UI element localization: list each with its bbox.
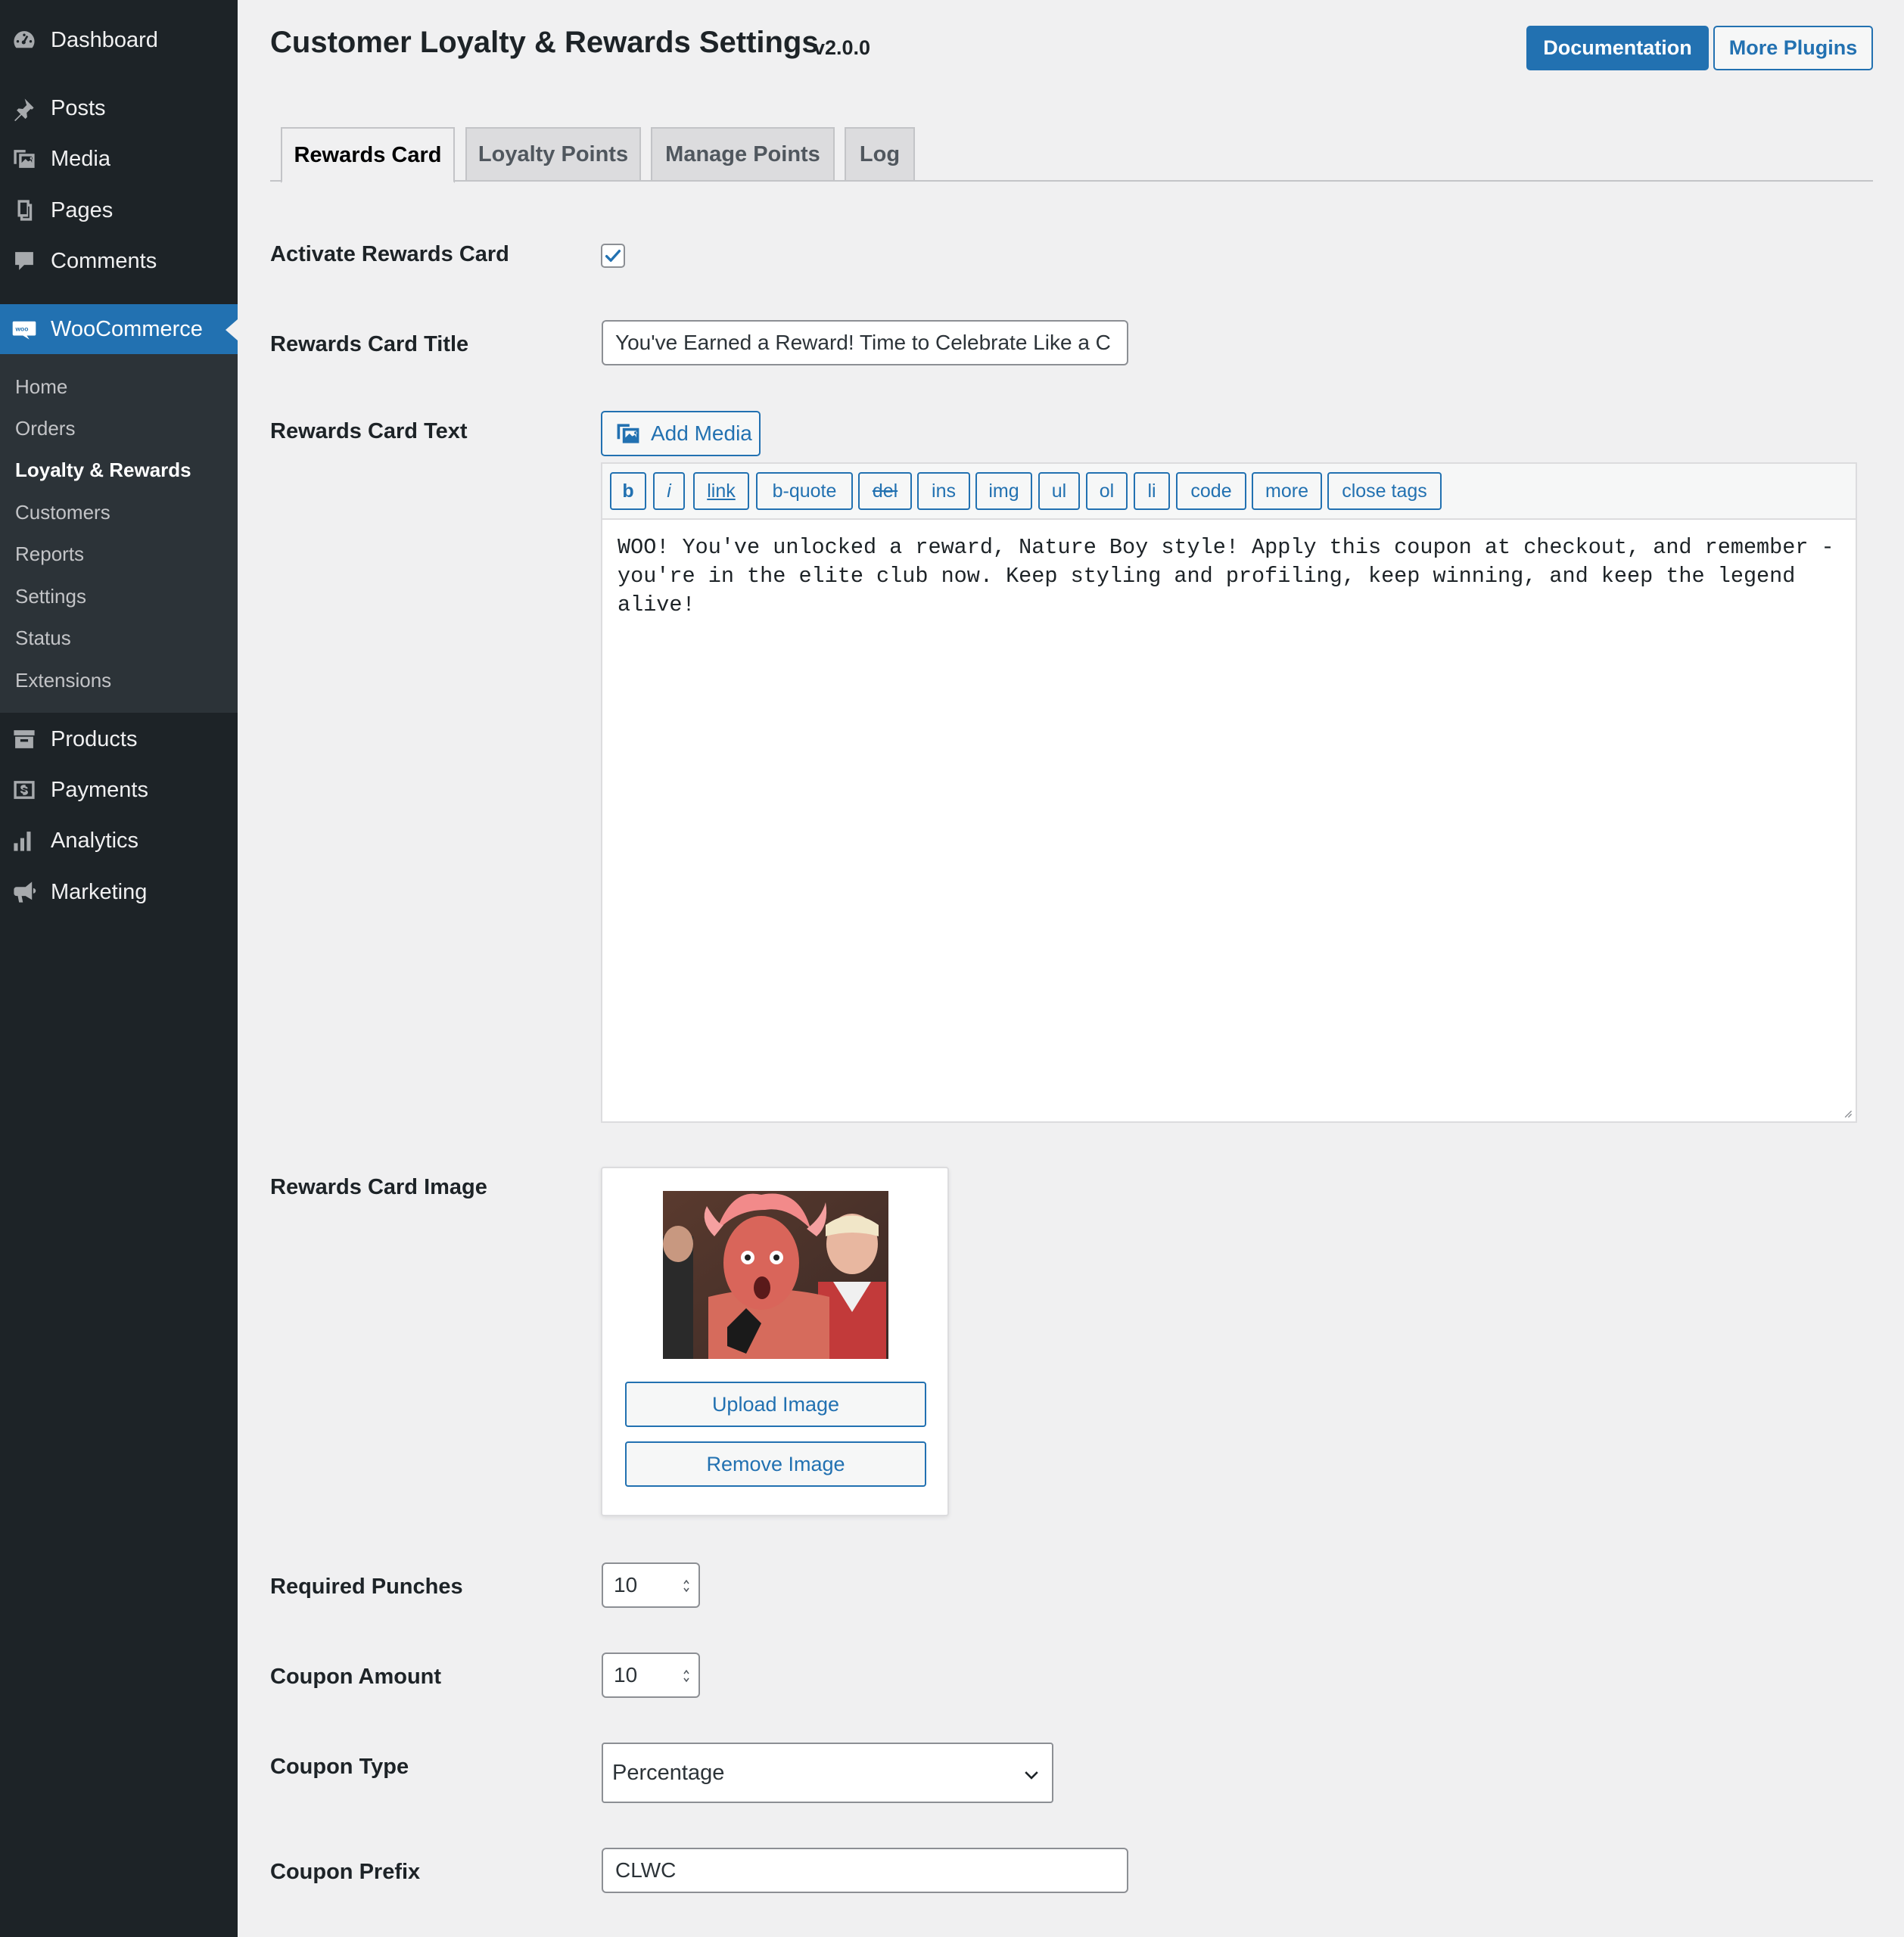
quicktag-code-button[interactable]: code [1176, 472, 1246, 510]
quicktag-li-button[interactable]: li [1134, 472, 1170, 510]
documentation-button[interactable]: Documentation [1526, 26, 1709, 70]
sidebar-item-media[interactable]: Media [0, 135, 238, 182]
submenu-item-orders[interactable]: Orders [15, 413, 75, 443]
page-title: Customer Loyalty & Rewards Settings [270, 26, 819, 59]
bar-chart-icon [11, 827, 38, 854]
media-icon [617, 424, 639, 443]
rewards-card-image-label: Rewards Card Image [270, 1175, 487, 1199]
quicktag-more-button[interactable]: more [1252, 472, 1322, 510]
coupon-prefix-input[interactable] [602, 1848, 1128, 1893]
submenu-item-extensions[interactable]: Extensions [15, 665, 111, 695]
rewards-card-textarea[interactable]: WOO! You've unlocked a reward, Nature Bo… [618, 533, 1843, 620]
megaphone-icon [11, 878, 38, 906]
tab-manage-points[interactable]: Manage Points [651, 127, 835, 182]
sidebar-item-pages[interactable]: Pages [0, 187, 238, 234]
resize-grip-icon[interactable] [1842, 1108, 1853, 1118]
tab-log[interactable]: Log [845, 127, 915, 182]
sidebar-label-media: Media [51, 146, 110, 171]
comment-icon [11, 247, 38, 275]
woocommerce-submenu: Home Orders Loyalty & Rewards Customers … [0, 354, 238, 713]
sidebar-item-products[interactable]: Products [0, 716, 238, 763]
sidebar-label-products: Products [51, 726, 138, 751]
admin-sidebar: Dashboard Posts Media Pages Comments woo… [0, 0, 238, 1937]
quicktag-ins-button[interactable]: ins [917, 472, 970, 510]
coupon-type-select[interactable]: Percentage [602, 1743, 1053, 1803]
activate-rewards-card-checkbox[interactable] [601, 244, 625, 268]
quicktag-bold-button[interactable]: b [610, 472, 646, 510]
quicktags-toolbar: b i link b-quote del ins img ul ol li co… [602, 464, 1856, 520]
quicktag-ol-button[interactable]: ol [1086, 472, 1128, 510]
version-badge: v2.0.0 [814, 36, 871, 59]
quicktag-italic-button[interactable]: i [653, 472, 685, 510]
archive-icon [11, 726, 38, 753]
more-plugins-button[interactable]: More Plugins [1713, 26, 1873, 70]
submenu-item-settings[interactable]: Settings [15, 581, 86, 611]
coupon-prefix-label: Coupon Prefix [270, 1860, 421, 1884]
quicktag-bquote-button[interactable]: b-quote [756, 472, 853, 510]
chevron-down-icon [1025, 1771, 1038, 1780]
dashboard-icon [11, 26, 38, 54]
submenu-item-status[interactable]: Status [15, 623, 71, 653]
sidebar-item-analytics[interactable]: Analytics [0, 817, 238, 864]
pushpin-icon [11, 95, 38, 122]
sidebar-label-posts: Posts [51, 95, 106, 120]
current-menu-arrow [226, 319, 238, 340]
sidebar-item-posts[interactable]: Posts [0, 85, 238, 132]
required-punches-value: 10 [614, 1573, 638, 1597]
sidebar-item-payments[interactable]: Payments [0, 766, 238, 813]
quicktag-link-button[interactable]: link [693, 472, 749, 510]
checkmark-icon [605, 250, 621, 262]
pages-icon [11, 197, 38, 224]
quicktag-close-tags-button[interactable]: close tags [1327, 472, 1442, 510]
quicktag-ul-button[interactable]: ul [1038, 472, 1080, 510]
add-media-label: Add Media [651, 421, 752, 445]
tab-loyalty-points[interactable]: Loyalty Points [465, 127, 641, 182]
remove-image-button[interactable]: Remove Image [625, 1441, 926, 1487]
quicktag-del-button[interactable]: del [858, 472, 912, 510]
svg-text:woo: woo [14, 325, 28, 333]
number-spinner-icon[interactable] [682, 1576, 691, 1596]
rewards-card-text-label: Rewards Card Text [270, 419, 468, 443]
required-punches-input[interactable]: 10 [602, 1562, 700, 1608]
coupon-amount-input[interactable]: 10 [602, 1653, 700, 1698]
activate-rewards-card-label: Activate Rewards Card [270, 242, 509, 266]
coupon-amount-value: 10 [614, 1663, 638, 1687]
submenu-item-customers[interactable]: Customers [15, 497, 110, 527]
rewards-card-image [663, 1191, 888, 1359]
coupon-amount-label: Coupon Amount [270, 1665, 442, 1689]
sidebar-item-woocommerce[interactable]: woo WooCommerce [0, 304, 238, 354]
quicktag-img-button[interactable]: img [975, 472, 1032, 510]
required-punches-label: Required Punches [270, 1575, 463, 1599]
sidebar-item-dashboard[interactable]: Dashboard [0, 17, 238, 64]
number-spinner-icon[interactable] [682, 1666, 691, 1686]
sidebar-label-comments: Comments [51, 248, 157, 273]
sidebar-label-woocommerce: WooCommerce [51, 316, 203, 341]
media-icon [11, 145, 38, 173]
payments-icon [11, 776, 38, 804]
sidebar-item-comments[interactable]: Comments [0, 238, 238, 284]
sidebar-label-analytics: Analytics [51, 828, 139, 853]
sidebar-label-pages: Pages [51, 197, 114, 222]
sidebar-item-marketing[interactable]: Marketing [0, 869, 238, 916]
submenu-item-home[interactable]: Home [15, 372, 67, 402]
sidebar-label-payments: Payments [51, 777, 148, 802]
rewards-card-text-editor: b i link b-quote del ins img ul ol li co… [601, 462, 1857, 1123]
image-preview-box: Upload Image Remove Image [601, 1167, 949, 1516]
submenu-item-loyalty-rewards[interactable]: Loyalty & Rewards [15, 455, 191, 485]
tab-rewards-card[interactable]: Rewards Card [281, 127, 455, 183]
add-media-button[interactable]: Add Media [601, 411, 761, 456]
sidebar-label-dashboard: Dashboard [51, 27, 158, 52]
upload-image-button[interactable]: Upload Image [625, 1382, 926, 1427]
rewards-card-title-input[interactable] [602, 320, 1128, 365]
submenu-item-reports[interactable]: Reports [15, 539, 84, 569]
sidebar-label-marketing: Marketing [51, 879, 148, 904]
coupon-type-value: Percentage [612, 1760, 725, 1785]
coupon-type-label: Coupon Type [270, 1755, 409, 1779]
rewards-card-title-label: Rewards Card Title [270, 332, 469, 356]
woo-icon: woo [11, 316, 38, 343]
